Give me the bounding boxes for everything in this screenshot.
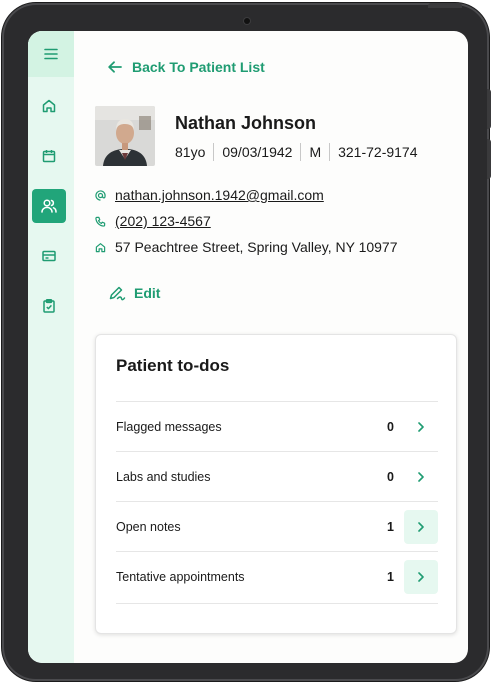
sidebar [28,31,74,663]
sidebar-item-patients[interactable] [32,189,66,223]
open-labs-and-studies-button[interactable] [404,460,438,494]
todo-row-labs-and-studies[interactable]: Labs and studies 0 [116,451,438,501]
todo-row-flagged-messages[interactable]: Flagged messages 0 [116,401,438,451]
hamburger-icon [44,48,58,60]
divider [329,143,331,161]
todo-label: Open notes [116,519,181,534]
sidebar-item-home[interactable] [32,89,66,123]
users-icon [41,199,57,213]
patient-address: 57 Peachtree Street, Spring Valley, NY 1… [115,239,398,255]
phone-row: (202) 123-4567 [95,213,211,229]
tablet-frame: Back To Patient List Nathan Johnson 81yo… [2,3,491,681]
sidebar-item-tasks[interactable] [32,289,66,323]
patient-demographics: 81yo 09/03/1942 M 321-72-9174 [175,143,418,161]
back-link-label: Back To Patient List [132,59,265,75]
menu-button[interactable] [28,31,74,77]
todo-row-open-notes[interactable]: Open notes 1 [116,501,438,551]
email-row: nathan.johnson.1942@gmail.com [95,187,324,203]
edit-pencil-icon [109,286,126,301]
arrow-left-icon [108,61,122,73]
chevron-right-icon [418,521,424,532]
edit-button[interactable]: Edit [108,285,160,301]
divider [213,143,215,161]
volume-down-button [487,139,491,179]
divider [300,143,302,161]
power-button [428,3,462,8]
open-notes-button[interactable] [404,509,438,544]
volume-up-button [487,89,491,129]
home-icon [42,99,56,113]
clipboard-icon [43,299,55,313]
patient-avatar [95,106,155,166]
patient-age: 81yo [175,144,206,160]
todo-count: 1 [387,569,394,584]
chevron-right-icon [418,421,424,432]
at-sign-icon [95,189,106,201]
open-tentative-appointments-button[interactable] [404,559,438,594]
todo-count: 1 [387,519,394,534]
email-link[interactable]: nathan.johnson.1942@gmail.com [115,187,324,203]
sidebar-item-calendar[interactable] [32,139,66,173]
todo-row-tentative-appointments[interactable]: Tentative appointments 1 [116,551,438,601]
patient-id-number: 321-72-9174 [338,144,418,160]
todo-label: Flagged messages [116,419,222,434]
todo-count: 0 [387,419,394,434]
app-screen: Back To Patient List Nathan Johnson 81yo… [28,31,468,663]
address-row: 57 Peachtree Street, Spring Valley, NY 1… [95,239,398,255]
billing-card-icon [42,250,56,262]
chevron-right-icon [418,471,424,482]
todos-title: Patient to-dos [116,356,230,375]
edit-label: Edit [134,285,161,301]
home-address-icon [95,242,106,252]
calendar-icon [42,150,56,163]
chevron-right-icon [418,571,424,582]
sidebar-item-billing[interactable] [32,239,66,273]
todo-label: Tentative appointments [116,569,245,584]
front-camera [244,18,250,24]
divider [116,603,438,604]
phone-icon [95,216,106,227]
back-to-patient-list-link[interactable]: Back To Patient List [108,59,265,75]
todo-label: Labs and studies [116,469,211,484]
patient-todos-card: Patient to-dos Flagged messages 0 Labs a… [95,334,457,634]
phone-link[interactable]: (202) 123-4567 [115,213,211,229]
open-flagged-messages-button[interactable] [404,410,438,444]
patient-name: Nathan Johnson [175,113,317,133]
todo-count: 0 [387,469,394,484]
patient-sex: M [309,144,322,160]
patient-dob: 09/03/1942 [222,144,293,160]
